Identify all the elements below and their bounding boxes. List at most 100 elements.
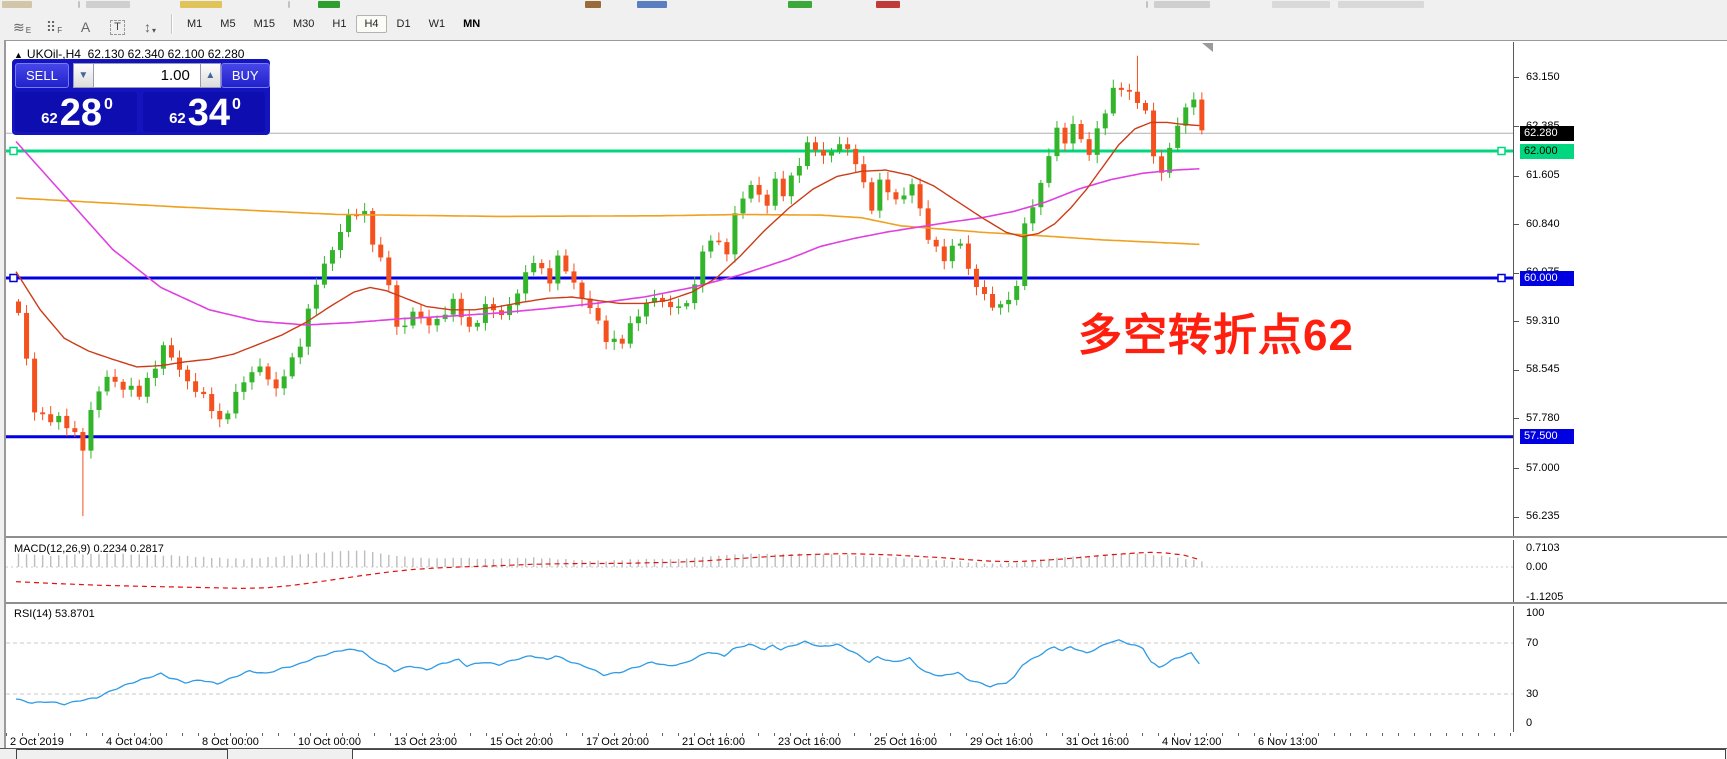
toolbar-icon-fragment[interactable]	[288, 1, 290, 8]
volume-increase-button[interactable]: ▲	[199, 63, 221, 88]
indicator-axis-label: -1.1205	[1526, 590, 1564, 603]
volume-input[interactable]	[93, 63, 200, 88]
candle-body	[265, 366, 271, 380]
candle-body	[1102, 113, 1108, 129]
volume-stepper: ▼ ▲	[72, 63, 221, 88]
ma-magenta-line	[15, 140, 1200, 326]
candle-body	[168, 345, 174, 358]
text-label-tool-icon[interactable]: A	[71, 13, 101, 35]
price-tick-mark	[1514, 175, 1519, 177]
candle-body	[305, 308, 311, 347]
macd-separator[interactable]	[6, 536, 1727, 540]
line-handle[interactable]	[9, 273, 18, 283]
time-axis-label: 21 Oct 16:00	[682, 736, 745, 748]
line-handle[interactable]	[1497, 273, 1506, 283]
candle-body	[96, 391, 102, 410]
time-axis-label: 6 Nov 13:00	[1258, 736, 1318, 748]
candle-body	[643, 302, 649, 317]
buy-button[interactable]: BUY	[220, 63, 270, 88]
candle-body	[740, 198, 746, 214]
candle-body	[619, 338, 625, 344]
candle-body	[990, 294, 996, 308]
toolbar-icon-fragment[interactable]	[1154, 1, 1210, 8]
chart-annotation-text: 多空转折点62	[1078, 311, 1354, 360]
timeframe-button-mn[interactable]: MN	[455, 15, 488, 33]
timeframe-button-m1[interactable]: M1	[179, 15, 210, 33]
toolbar-icon-fragment[interactable]	[1272, 1, 1330, 8]
candle-body	[772, 178, 778, 206]
candle-body	[56, 415, 62, 423]
candle-body	[289, 357, 295, 377]
timeframe-button-m15[interactable]: M15	[246, 15, 283, 33]
candle-body	[821, 150, 826, 156]
toolbar-icon-fragment[interactable]	[788, 1, 812, 8]
indicator-axis-label: 0	[1526, 717, 1533, 729]
buy-price-display[interactable]: 62 34 0	[143, 92, 265, 132]
timeframe-button-w1[interactable]: W1	[421, 15, 454, 33]
chart-tab-active[interactable]	[352, 749, 1726, 759]
candle-body	[112, 376, 118, 382]
candle-body	[571, 271, 577, 283]
candle-body	[233, 391, 239, 414]
timeframe-button-d1[interactable]: D1	[389, 15, 419, 33]
chart-tab[interactable]	[16, 749, 228, 759]
time-axis-label: 29 Oct 16:00	[970, 736, 1033, 748]
timeframe-button-h1[interactable]: H1	[324, 15, 354, 33]
line-handle[interactable]	[1497, 146, 1506, 156]
time-axis[interactable]: 2 Oct 2019 4 Oct 04:00 8 Oct 00:00 10 Oct 0…	[6, 733, 1513, 749]
candle-body	[329, 250, 335, 264]
candle-body	[136, 385, 142, 397]
candle-body	[1134, 91, 1140, 103]
arrows-tool-icon[interactable]: ↕ ▾	[135, 13, 165, 35]
grid-f-tool-icon[interactable]: ⠿ F	[39, 13, 69, 35]
candle-body	[603, 320, 609, 342]
indicator-axis-label: 0.7103	[1526, 542, 1560, 555]
candle-body	[982, 287, 987, 295]
candle-body	[925, 208, 931, 240]
freehand-draw-e-tool-icon[interactable]: ≋ E	[7, 13, 37, 35]
time-axis-label: 15 Oct 20:00	[490, 736, 553, 748]
candle-body	[16, 301, 21, 313]
candle-body	[313, 284, 319, 309]
toolbar-icon-fragment[interactable]	[180, 1, 222, 8]
toolbar-icon-fragment[interactable]	[2, 1, 32, 8]
candle-body	[426, 317, 432, 326]
candle-body	[1006, 299, 1012, 305]
timeframe-button-m5[interactable]: M5	[212, 15, 243, 33]
toolbar-icon-fragment[interactable]	[86, 1, 130, 8]
sell-price-display[interactable]: 62 28 0	[15, 92, 137, 132]
toolbar-icon-fragment[interactable]	[318, 1, 340, 8]
time-axis-label: 23 Oct 16:00	[778, 736, 841, 748]
candle-body	[563, 255, 569, 272]
toolbar-icon-fragment[interactable]	[585, 1, 601, 8]
toolbar-icon-fragment[interactable]	[637, 1, 667, 8]
time-axis-label: 13 Oct 23:00	[394, 736, 457, 748]
toolbar-icon-fragment[interactable]	[1146, 1, 1148, 8]
chart-shift-marker-icon[interactable]	[1202, 43, 1213, 52]
candle-body	[837, 144, 843, 152]
candle-body	[1014, 285, 1020, 300]
volume-decrease-button[interactable]: ▼	[72, 63, 94, 88]
price-badge: 57.500	[1520, 429, 1574, 445]
toolbar-icon-fragment[interactable]	[78, 1, 80, 8]
toolbar-icon-fragment[interactable]	[876, 1, 900, 8]
rsi-panel-canvas[interactable]	[6, 605, 1513, 732]
candle-body	[1191, 99, 1197, 108]
price-tick-label: 58.545	[1526, 363, 1560, 376]
text-box-tool-icon[interactable]: T	[103, 13, 133, 35]
line-handle[interactable]	[9, 146, 18, 156]
candle-body	[965, 243, 971, 269]
candle-body	[668, 301, 674, 308]
candle-body	[756, 184, 762, 195]
macd-panel-canvas[interactable]	[6, 541, 1513, 601]
buy-price-sup: 0	[232, 96, 241, 113]
candle-body	[249, 372, 255, 383]
price-axis[interactable]: 63.15062.38561.60560.84060.07559.31058.5…	[1514, 42, 1724, 732]
toolbar-icon-fragment[interactable]	[1338, 1, 1424, 8]
candle-body	[893, 192, 899, 200]
timeframe-button-h4[interactable]: H4	[356, 15, 387, 33]
ma-slow-orange-line	[15, 197, 1200, 246]
timeframe-button-m30[interactable]: M30	[285, 15, 322, 33]
sell-button[interactable]: SELL	[15, 63, 69, 88]
time-axis-label: 17 Oct 20:00	[586, 736, 649, 748]
